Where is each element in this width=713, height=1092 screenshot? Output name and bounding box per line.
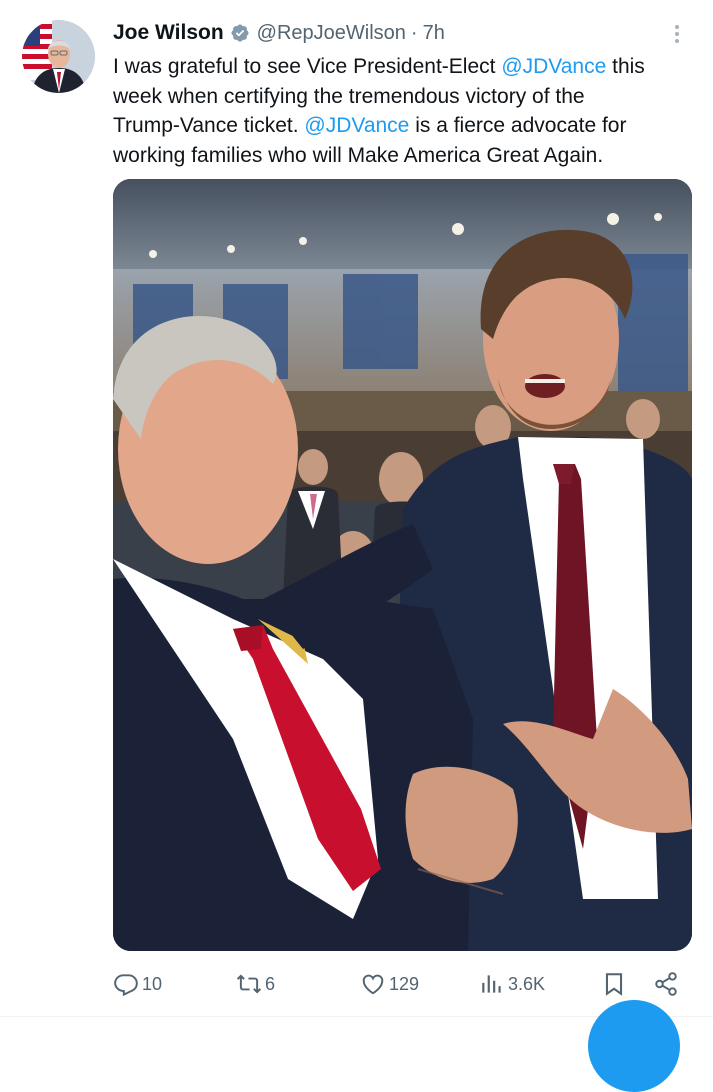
tweet-text-segment: week when certifying the tremendous vict… [113,84,585,108]
tweet-text-segment: working families who will Make America G… [113,143,604,167]
like-icon [362,974,384,995]
reply-button[interactable]: 10 [113,964,162,1004]
tweet-text-segment: is a fierce advocate for [409,114,627,137]
repost-button[interactable]: 6 [236,964,275,1004]
share-button[interactable] [653,964,679,1004]
views-count: 3.6K [508,973,546,994]
more-options-icon[interactable] [666,22,688,48]
photo-image [113,179,692,951]
views-icon [482,975,501,993]
like-button[interactable]: 129 [360,964,419,1004]
verified-badge-icon [231,24,249,42]
views-button[interactable]: 3.6K [479,964,545,1004]
author-name[interactable]: Joe Wilson [113,21,224,45]
post-time[interactable]: 7h [423,22,445,45]
author-handle[interactable]: @RepJoeWilson [257,22,406,45]
tweet-text-line: Trump-Vance ticket. @JDVance is a fierce… [113,111,693,141]
repost-count: 6 [265,973,276,994]
bookmark-icon [605,973,623,996]
tweet-text-line: working families who will Make America G… [113,141,693,171]
bookmark-button[interactable] [601,964,627,1004]
repost-icon [236,974,262,994]
compose-button[interactable] [588,1000,680,1092]
mention-link[interactable]: @JDVance [501,55,606,78]
tweet-photo[interactable] [113,179,692,951]
reply-icon [114,974,138,997]
action-bar: 10 6 129 3.6K [0,964,713,1004]
tweet-header: Joe Wilson @RepJoeWilson · 7h [113,18,445,48]
author-avatar[interactable] [22,20,95,93]
tweet-text: I was grateful to see Vice President-Ele… [113,52,693,170]
separator-dot: · [410,21,418,44]
tweet-card[interactable]: Joe Wilson @RepJoeWilson · 7h I was grat… [0,0,713,1092]
reply-count: 10 [142,973,163,994]
tweet-text-line: week when certifying the tremendous vict… [113,82,693,112]
mention-link[interactable]: @JDVance [304,114,409,137]
tweet-text-segment: I was grateful to see Vice President-Ele… [113,55,502,78]
share-icon [655,972,677,996]
like-count: 129 [389,973,420,994]
tweet-text-segment: Trump-Vance ticket. [113,114,305,137]
avatar-image [22,20,95,93]
tweet-text-segment: this [606,55,645,78]
tweet-text-line: I was grateful to see Vice President-Ele… [113,52,693,82]
